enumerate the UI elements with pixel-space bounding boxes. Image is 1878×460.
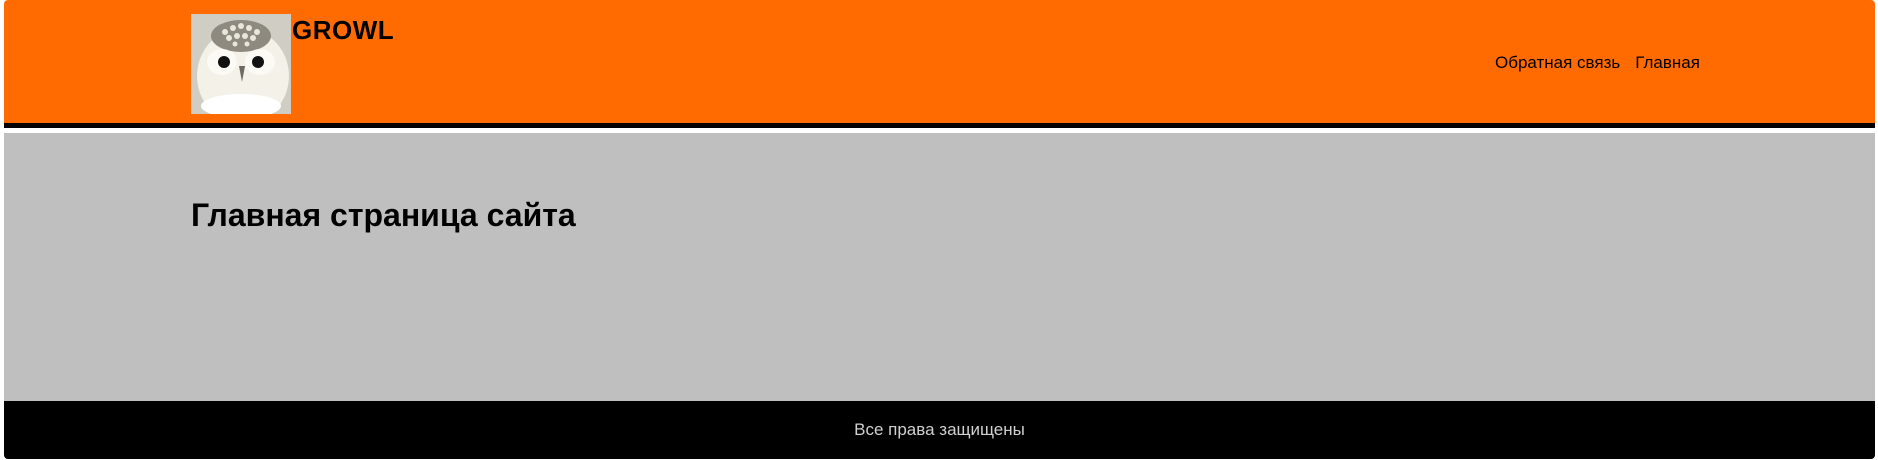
- site-title: GROWL: [292, 15, 395, 45]
- site-header: GROWL Обратная связь Главная: [4, 0, 1875, 128]
- main-nav: Обратная связь Главная: [1495, 53, 1700, 73]
- owl-logo-icon[interactable]: [191, 14, 291, 114]
- owl-photo-icon: [191, 14, 291, 114]
- nav-link-feedback[interactable]: Обратная связь: [1495, 53, 1620, 73]
- nav-link-home[interactable]: Главная: [1635, 53, 1700, 73]
- footer-copyright: Все права защищены: [854, 420, 1025, 439]
- page-frame: GROWL Обратная связь Главная Главная стр…: [4, 0, 1875, 459]
- site-footer: Все права защищены: [4, 401, 1875, 459]
- page-title: Главная страница сайта: [191, 197, 576, 233]
- main-content: Главная страница сайта: [4, 133, 1875, 401]
